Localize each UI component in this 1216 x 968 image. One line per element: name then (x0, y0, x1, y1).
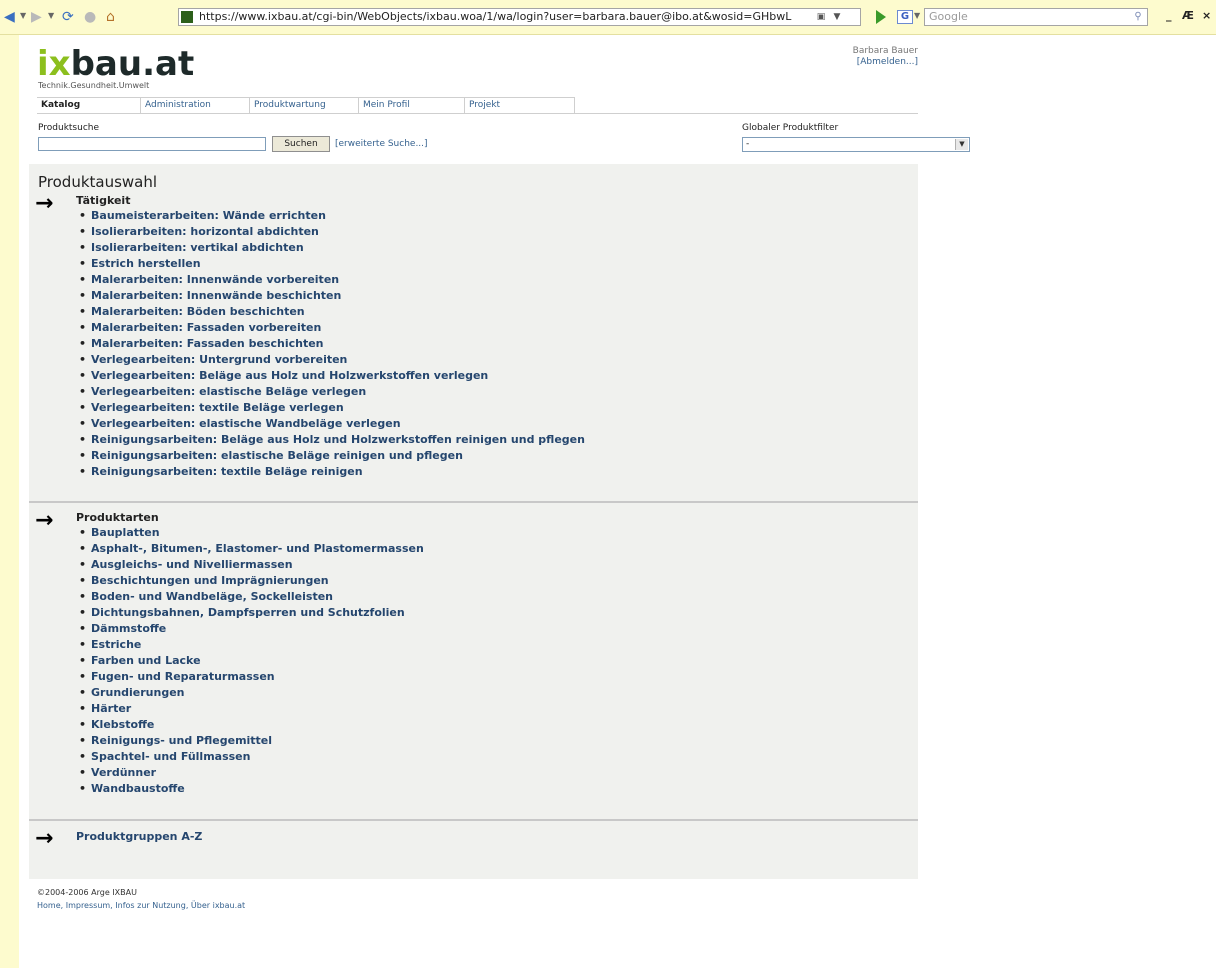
sidebar-strip (0, 35, 19, 968)
tab-administration[interactable]: Administration (141, 97, 250, 113)
list-item[interactable]: Ausgleichs- und Nivelliermassen (79, 557, 424, 573)
section-title-taetigkeit: Tätigkeit (76, 194, 131, 207)
list-item[interactable]: Malerarbeiten: Innenwände vorbereiten (79, 272, 585, 288)
list-item[interactable]: Reinigungsarbeiten: elastische Beläge re… (79, 448, 585, 464)
list-item[interactable]: Baumeisterarbeiten: Wände errichten (79, 208, 585, 224)
tab-mein-profil[interactable]: Mein Profil (359, 97, 465, 113)
forward-dropdown-icon[interactable]: ▼ (48, 11, 54, 20)
logo-ix: ix (37, 44, 71, 84)
back-dropdown-icon[interactable]: ▼ (20, 11, 26, 20)
list-item[interactable]: Härter (79, 701, 424, 717)
back-icon[interactable]: ◀ (4, 8, 15, 26)
home-icon[interactable]: ⌂ (106, 8, 115, 26)
list-item[interactable]: Beschichtungen und Imprägnierungen (79, 573, 424, 589)
list-item[interactable]: Verlegearbeiten: elastische Wandbeläge v… (79, 416, 585, 432)
chevron-down-icon[interactable]: ▼ (955, 139, 968, 150)
search-button[interactable]: Suchen (272, 136, 330, 152)
tab-katalog[interactable]: Katalog (37, 97, 141, 113)
list-item[interactable]: Spachtel- und Füllmassen (79, 749, 424, 765)
list-item[interactable]: Verlegearbeiten: elastische Beläge verle… (79, 384, 585, 400)
list-item[interactable]: Malerarbeiten: Fassaden beschichten (79, 336, 585, 352)
url-dropdown-icon[interactable]: ▼ (831, 11, 843, 23)
url-text[interactable]: https://www.ixbau.at/cgi-bin/WebObjects/… (199, 10, 819, 24)
product-search-label: Produktsuche (38, 123, 100, 133)
web-search-input[interactable]: Google ⚲ (924, 8, 1148, 26)
list-item[interactable]: Estrich herstellen (79, 256, 585, 272)
section-divider (29, 501, 918, 503)
page-title: Produktauswahl (38, 173, 158, 191)
list-item[interactable]: Reinigungsarbeiten: textile Beläge reini… (79, 464, 585, 480)
arrow-right-icon: → (35, 508, 54, 533)
search-engine-dropdown-icon[interactable]: ▼ (914, 11, 920, 20)
list-item[interactable]: Wandbaustoffe (79, 781, 424, 797)
list-item[interactable]: Grundierungen (79, 685, 424, 701)
list-item[interactable]: Bauplatten (79, 525, 424, 541)
search-icon[interactable]: ⚲ (1131, 11, 1145, 23)
browser-toolbar: ◀ ▼ ▶ ▼ ⟳ ● ⌂ https://www.ixbau.at/cgi-b… (0, 0, 1216, 35)
section-divider (29, 819, 918, 821)
logout-link[interactable]: [Abmelden...] (760, 57, 918, 67)
user-name: Barbara Bauer (852, 46, 918, 56)
section-title-produktarten: Produktarten (76, 511, 159, 524)
list-item[interactable]: Estriche (79, 637, 424, 653)
refresh-icon[interactable]: ⟳ (62, 8, 74, 26)
arrow-right-icon: → (35, 826, 54, 851)
lock-icon[interactable]: ▣ (815, 11, 827, 23)
tab-projekt[interactable]: Projekt (465, 97, 575, 113)
global-filter-value: - (746, 139, 750, 149)
global-filter-label: Globaler Produktfilter (742, 123, 839, 133)
list-item[interactable]: Boden- und Wandbeläge, Sockelleisten (79, 589, 424, 605)
restore-icon[interactable]: Æ (1182, 9, 1194, 22)
list-item[interactable]: Malerarbeiten: Fassaden vorbereiten (79, 320, 585, 336)
tab-produktwartung[interactable]: Produktwartung (250, 97, 359, 113)
footer-links[interactable]: Home, Impressum, Infos zur Nutzung, Über… (37, 901, 245, 910)
list-item[interactable]: Reinigungs- und Pflegemittel (79, 733, 424, 749)
product-groups-az-link[interactable]: Produktgruppen A-Z (76, 830, 202, 843)
stop-icon[interactable]: ● (84, 8, 96, 26)
list-item[interactable]: Malerarbeiten: Böden beschichten (79, 304, 585, 320)
product-search-input[interactable] (38, 137, 266, 151)
list-item[interactable]: Farben und Lacke (79, 653, 424, 669)
list-item[interactable]: Isolierarbeiten: vertikal abdichten (79, 240, 585, 256)
list-item[interactable]: Verlegearbeiten: textile Beläge verlegen (79, 400, 585, 416)
activity-list: Baumeisterarbeiten: Wände errichtenIsoli… (79, 208, 585, 480)
google-icon[interactable]: G (897, 10, 913, 24)
list-item[interactable]: Dämmstoffe (79, 621, 424, 637)
copyright: ©2004-2006 Arge IXBAU (37, 888, 137, 897)
logo-rest: bau.at (70, 44, 195, 84)
list-item[interactable]: Asphalt-, Bitumen-, Elastomer- und Plast… (79, 541, 424, 557)
list-item[interactable]: Malerarbeiten: Innenwände beschichten (79, 288, 585, 304)
arrow-right-icon: → (35, 191, 54, 216)
minimize-icon[interactable]: _ (1166, 9, 1172, 22)
site-tagline: Technik.Gesundheit.Umwelt (38, 81, 150, 90)
address-bar[interactable]: https://www.ixbau.at/cgi-bin/WebObjects/… (178, 8, 861, 26)
list-item[interactable]: Verlegearbeiten: Beläge aus Holz und Hol… (79, 368, 585, 384)
web-search-placeholder: Google (929, 10, 968, 23)
list-item[interactable]: Verlegearbeiten: Untergrund vorbereiten (79, 352, 585, 368)
go-icon[interactable] (876, 10, 886, 24)
list-item[interactable]: Verdünner (79, 765, 424, 781)
list-item[interactable]: Dichtungsbahnen, Dampfsperren und Schutz… (79, 605, 424, 621)
list-item[interactable]: Fugen- und Reparaturmassen (79, 669, 424, 685)
site-favicon-icon (181, 11, 193, 23)
site-logo[interactable]: ixbau.at (37, 44, 194, 84)
product-type-list: BauplattenAsphalt-, Bitumen-, Elastomer-… (79, 525, 424, 797)
tab-divider (37, 113, 918, 114)
forward-icon[interactable]: ▶ (31, 8, 42, 26)
close-icon[interactable]: × (1202, 9, 1211, 22)
list-item[interactable]: Isolierarbeiten: horizontal abdichten (79, 224, 585, 240)
list-item[interactable]: Reinigungsarbeiten: Beläge aus Holz und … (79, 432, 585, 448)
advanced-search-link[interactable]: [erweiterte Suche...] (335, 139, 428, 149)
global-filter-select[interactable]: - ▼ (742, 137, 970, 152)
list-item[interactable]: Klebstoffe (79, 717, 424, 733)
